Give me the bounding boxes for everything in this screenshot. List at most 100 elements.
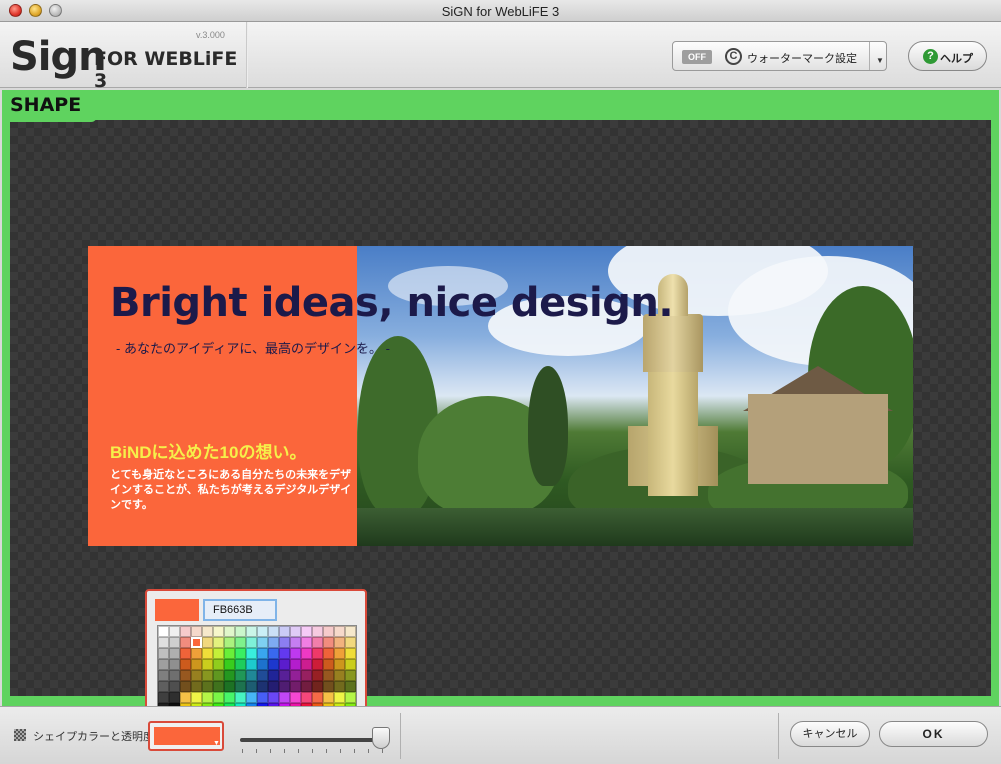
palette-swatch[interactable] xyxy=(169,637,180,648)
palette-swatch[interactable] xyxy=(334,692,345,703)
palette-swatch[interactable] xyxy=(213,648,224,659)
palette-swatch[interactable] xyxy=(334,681,345,692)
palette-swatch[interactable] xyxy=(213,681,224,692)
palette-swatch[interactable] xyxy=(268,659,279,670)
palette-swatch[interactable] xyxy=(224,659,235,670)
palette-swatch[interactable] xyxy=(191,626,202,637)
palette-swatch[interactable] xyxy=(235,626,246,637)
palette-swatch[interactable] xyxy=(290,692,301,703)
shape-color-button[interactable]: ▼ xyxy=(148,721,224,751)
palette-swatch[interactable] xyxy=(191,681,202,692)
palette-swatch[interactable] xyxy=(268,626,279,637)
palette-swatch[interactable] xyxy=(345,648,356,659)
palette-swatch[interactable] xyxy=(213,670,224,681)
palette-swatch[interactable] xyxy=(213,637,224,648)
palette-swatch[interactable] xyxy=(158,637,169,648)
palette-swatch[interactable] xyxy=(235,692,246,703)
palette-swatch[interactable] xyxy=(279,692,290,703)
palette-swatch[interactable] xyxy=(235,648,246,659)
palette-swatch[interactable] xyxy=(169,659,180,670)
palette-swatch[interactable] xyxy=(312,626,323,637)
palette-swatch[interactable] xyxy=(235,637,246,648)
palette-swatch[interactable] xyxy=(224,637,235,648)
help-button[interactable]: ? ヘルプ xyxy=(908,41,987,71)
palette-swatch[interactable] xyxy=(257,670,268,681)
palette-swatch[interactable] xyxy=(169,626,180,637)
palette-swatch[interactable] xyxy=(180,670,191,681)
palette-swatch[interactable] xyxy=(180,659,191,670)
palette-swatch[interactable] xyxy=(180,637,191,648)
palette-swatch[interactable] xyxy=(191,648,202,659)
palette-swatch[interactable] xyxy=(290,670,301,681)
palette-swatch[interactable] xyxy=(279,648,290,659)
palette-swatch[interactable] xyxy=(158,626,169,637)
palette-swatch[interactable] xyxy=(323,648,334,659)
palette-swatch[interactable] xyxy=(268,692,279,703)
palette-swatch[interactable] xyxy=(257,681,268,692)
palette-swatch[interactable] xyxy=(312,648,323,659)
palette-swatch[interactable] xyxy=(191,637,202,648)
palette-swatch[interactable] xyxy=(334,659,345,670)
palette-swatch[interactable] xyxy=(279,626,290,637)
palette-swatch[interactable] xyxy=(312,659,323,670)
palette-swatch[interactable] xyxy=(345,692,356,703)
palette-swatch[interactable] xyxy=(180,692,191,703)
palette-swatch[interactable] xyxy=(180,648,191,659)
palette-swatch[interactable] xyxy=(312,681,323,692)
hex-color-input[interactable]: FB663B xyxy=(203,599,277,621)
palette-swatch[interactable] xyxy=(235,659,246,670)
palette-swatch[interactable] xyxy=(246,648,257,659)
palette-swatch[interactable] xyxy=(323,659,334,670)
palette-swatch[interactable] xyxy=(202,637,213,648)
palette-swatch[interactable] xyxy=(158,670,169,681)
palette-swatch[interactable] xyxy=(290,659,301,670)
palette-swatch[interactable] xyxy=(301,659,312,670)
palette-swatch[interactable] xyxy=(191,670,202,681)
palette-swatch[interactable] xyxy=(257,659,268,670)
palette-swatch[interactable] xyxy=(323,626,334,637)
palette-swatch[interactable] xyxy=(345,681,356,692)
palette-swatch[interactable] xyxy=(224,626,235,637)
palette-swatch[interactable] xyxy=(191,659,202,670)
palette-swatch[interactable] xyxy=(213,626,224,637)
palette-swatch[interactable] xyxy=(202,681,213,692)
palette-swatch[interactable] xyxy=(268,648,279,659)
palette-swatch[interactable] xyxy=(224,648,235,659)
cancel-button[interactable]: キャンセル xyxy=(790,721,870,747)
palette-swatch[interactable] xyxy=(290,637,301,648)
palette-swatch[interactable] xyxy=(169,681,180,692)
ok-button[interactable]: OK xyxy=(879,721,988,747)
palette-swatch[interactable] xyxy=(268,670,279,681)
palette-swatch[interactable] xyxy=(246,659,257,670)
palette-swatch[interactable] xyxy=(158,692,169,703)
palette-swatch[interactable] xyxy=(158,659,169,670)
palette-swatch[interactable] xyxy=(279,681,290,692)
palette-swatch[interactable] xyxy=(246,681,257,692)
watermark-settings-button[interactable]: OFF C ウォーターマーク設定 ▼ xyxy=(672,41,887,71)
palette-swatch[interactable] xyxy=(268,681,279,692)
palette-swatch[interactable] xyxy=(323,692,334,703)
palette-swatch[interactable] xyxy=(246,692,257,703)
palette-swatch[interactable] xyxy=(312,670,323,681)
palette-swatch[interactable] xyxy=(246,626,257,637)
palette-swatch[interactable] xyxy=(279,659,290,670)
palette-swatch[interactable] xyxy=(191,692,202,703)
watermark-off-badge[interactable]: OFF xyxy=(682,50,712,64)
opacity-slider-thumb[interactable] xyxy=(372,727,390,749)
palette-swatch[interactable] xyxy=(312,637,323,648)
palette-swatch[interactable] xyxy=(323,681,334,692)
palette-swatch[interactable] xyxy=(301,637,312,648)
palette-swatch[interactable] xyxy=(301,670,312,681)
palette-swatch[interactable] xyxy=(257,626,268,637)
palette-swatch[interactable] xyxy=(235,670,246,681)
palette-swatch[interactable] xyxy=(345,626,356,637)
palette-swatch[interactable] xyxy=(202,670,213,681)
palette-swatch[interactable] xyxy=(235,681,246,692)
palette-swatch[interactable] xyxy=(180,681,191,692)
palette-swatch[interactable] xyxy=(279,637,290,648)
palette-swatch[interactable] xyxy=(224,670,235,681)
opacity-slider-track[interactable] xyxy=(240,738,380,742)
palette-swatch[interactable] xyxy=(345,659,356,670)
palette-swatch[interactable] xyxy=(323,637,334,648)
palette-swatch[interactable] xyxy=(301,692,312,703)
